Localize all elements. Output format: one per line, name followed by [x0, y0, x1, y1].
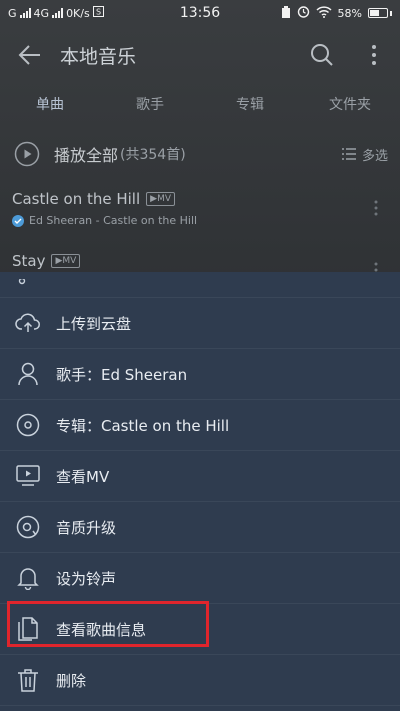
search-icon	[311, 44, 333, 66]
more-vertical-icon	[372, 45, 376, 65]
multi-select-button[interactable]: 多选	[341, 145, 388, 164]
quality-disc-icon	[16, 515, 40, 539]
sheet-item-share[interactable]	[0, 272, 400, 298]
sheet-item-view-mv[interactable]: 查看MV	[0, 451, 400, 502]
play-all-label: 播放全部	[54, 146, 119, 165]
alarm-icon	[297, 5, 310, 21]
person-icon	[18, 362, 38, 386]
tab-bar: 单曲 歌手 专辑 文件夹	[0, 84, 400, 126]
play-circle-icon	[14, 141, 40, 167]
play-all-row[interactable]: 播放全部 (共354首) 多选	[0, 134, 400, 174]
tab-folders[interactable]: 文件夹	[300, 84, 400, 126]
back-arrow-icon	[18, 45, 40, 65]
sheet-item-set-ringtone[interactable]: 设为铃声	[0, 553, 400, 604]
sheet-item-label: 设为铃声	[56, 569, 117, 588]
status-bar: G 4G 0K/s S 13:56 58%	[0, 0, 400, 26]
back-button[interactable]	[0, 26, 60, 84]
cloud-upload-icon	[15, 313, 40, 332]
song-title: Stay	[12, 252, 46, 270]
sheet-item-upload-cloud[interactable]: 上传到云盘	[0, 298, 400, 349]
song-row[interactable]: Castle on the Hill ▶MV Ed Sheeran - Cast…	[0, 182, 400, 240]
battery-saver-icon	[281, 5, 291, 21]
song-subtitle: Ed Sheeran - Castle on the Hill	[29, 214, 198, 227]
song-count: (共354首)	[120, 147, 186, 163]
disc-icon	[16, 413, 40, 437]
bell-icon	[17, 568, 39, 590]
tab-albums[interactable]: 专辑	[200, 84, 300, 126]
sheet-item-label: 专辑：Castle on the Hill	[56, 416, 230, 435]
battery-percent: 58%	[337, 6, 362, 20]
more-vertical-icon	[374, 200, 378, 216]
sheet-item-label: 上传到云盘	[56, 314, 132, 333]
sheet-item-album[interactable]: 专辑：Castle on the Hill	[0, 400, 400, 451]
tv-icon	[16, 465, 40, 486]
trash-icon	[18, 669, 38, 692]
mv-badge[interactable]: ▶MV	[51, 254, 81, 268]
battery-icon	[368, 8, 392, 18]
screen: G 4G 0K/s S 13:56 58% 本地音乐 单曲 歌手 专辑 文件夹 …	[0, 0, 400, 711]
more-options-button[interactable]	[348, 26, 400, 84]
sheet-item-quality-upgrade[interactable]: 音质升级	[0, 502, 400, 553]
verified-icon	[12, 214, 24, 227]
tab-artists[interactable]: 歌手	[100, 84, 200, 126]
song-title: Castle on the Hill	[12, 190, 141, 208]
sheet-item-label: 删除	[56, 671, 87, 690]
app-bar: 本地音乐	[0, 26, 400, 84]
highlight-box	[7, 601, 209, 647]
sheet-item-label: 歌手：Ed Sheeran	[56, 365, 188, 384]
sheet-item-delete[interactable]: 删除	[0, 655, 400, 706]
search-button[interactable]	[296, 26, 348, 84]
sheet-item-label: 查看MV	[56, 467, 110, 486]
song-more-button[interactable]	[374, 200, 378, 220]
wifi-icon	[316, 5, 332, 21]
share-icon	[18, 278, 26, 284]
sheet-item-artist[interactable]: 歌手：Ed Sheeran	[0, 349, 400, 400]
page-title: 本地音乐	[60, 45, 137, 68]
multi-select-label: 多选	[361, 148, 388, 164]
mv-badge[interactable]: ▶MV	[146, 192, 175, 206]
battery-fill	[370, 10, 380, 16]
list-icon	[341, 148, 356, 160]
tab-songs[interactable]: 单曲	[0, 84, 100, 126]
sheet-item-label: 音质升级	[56, 518, 117, 537]
